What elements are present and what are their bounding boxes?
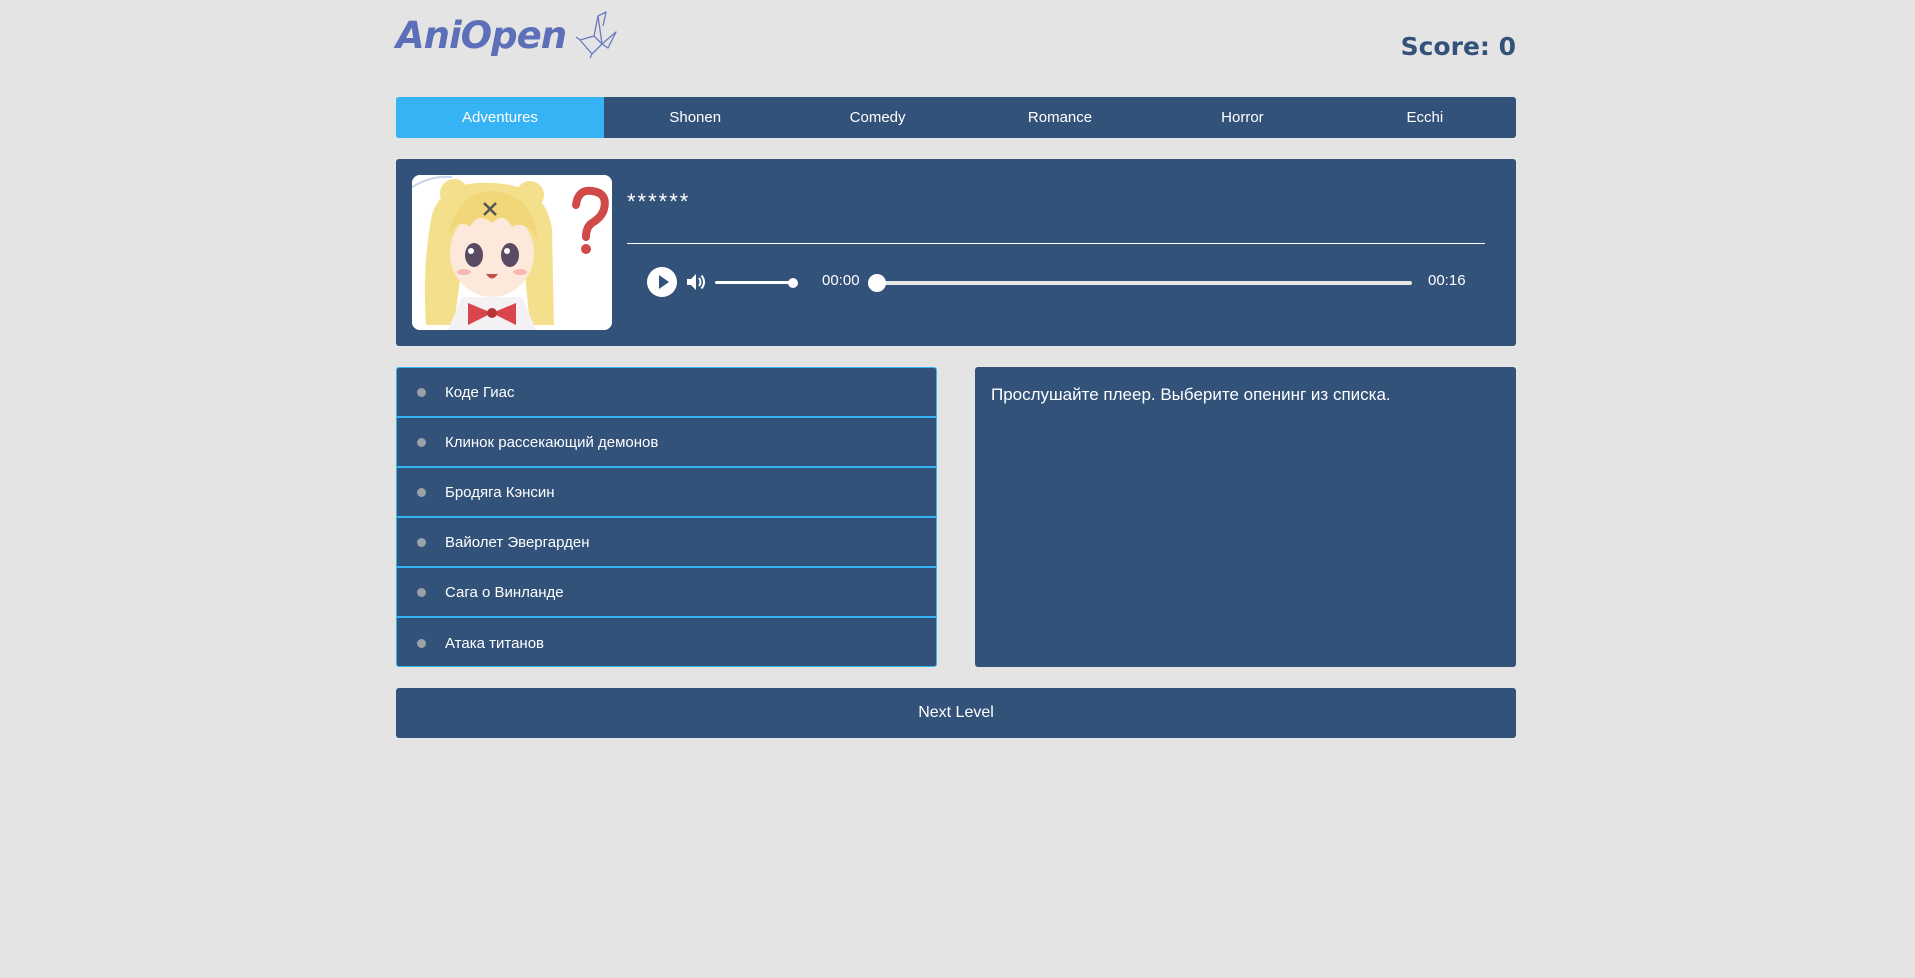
volume-slider[interactable] [715, 278, 798, 288]
seek-bar[interactable] [868, 272, 1412, 292]
tab-romance[interactable]: Romance [969, 97, 1151, 138]
answer-label: Атака титанов [445, 634, 545, 652]
anime-girl-question-image [412, 175, 612, 330]
answer-label: Сага о Винланде [445, 583, 564, 601]
play-button[interactable] [647, 267, 677, 297]
score-display: Score: 0 [1400, 32, 1516, 61]
answer-label: Бродяга Кэнсин [445, 483, 555, 501]
answer-option[interactable]: Клинок рассекающий демонов [397, 418, 936, 468]
total-time: 00:16 [1428, 272, 1466, 289]
radio-dot-icon [417, 638, 426, 648]
answer-option[interactable]: Атака титанов [397, 618, 936, 666]
radio-dot-icon [417, 537, 426, 547]
site-logo[interactable]: AniOpen [396, 10, 620, 60]
tab-shonen[interactable]: Shonen [604, 97, 786, 138]
radio-dot-icon [417, 487, 426, 497]
audio-player-panel: ****** 00:00 00:16 [396, 159, 1516, 346]
title-divider [627, 243, 1485, 244]
instruction-text: Прослушайте плеер. Выберите опенинг из с… [991, 385, 1391, 404]
current-time: 00:00 [822, 272, 860, 289]
logo-text: AniOpen [396, 13, 567, 57]
tab-ecchi[interactable]: Ecchi [1334, 97, 1516, 138]
answer-option[interactable]: Сага о Винланде [397, 568, 936, 618]
volume-track [715, 281, 793, 284]
app-root: AniOpen Score: 0 Adventures Shonen Comed… [0, 0, 1915, 978]
answer-list: Коде Гиас Клинок рассекающий демонов Бро… [396, 367, 937, 667]
song-title-hidden: ****** [627, 189, 691, 214]
radio-dot-icon [417, 387, 426, 397]
mystery-cover-image [412, 175, 612, 330]
answer-label: Коде Гиас [445, 383, 515, 401]
answer-option[interactable]: Бродяга Кэнсин [397, 468, 936, 518]
answer-label: Клинок рассекающий демонов [445, 433, 659, 451]
answer-option[interactable]: Коде Гиас [397, 368, 936, 418]
seek-track [877, 281, 1412, 285]
seek-knob[interactable] [868, 274, 886, 292]
tab-horror[interactable]: Horror [1151, 97, 1333, 138]
genre-tabs: Adventures Shonen Comedy Romance Horror … [396, 97, 1516, 138]
volume-icon[interactable] [684, 270, 708, 294]
volume-knob[interactable] [788, 278, 798, 288]
answer-option[interactable]: Вайолет Эвергарден [397, 518, 936, 568]
radio-dot-icon [417, 587, 426, 597]
tab-adventures[interactable]: Adventures [396, 97, 604, 138]
tab-comedy[interactable]: Comedy [786, 97, 968, 138]
instruction-panel: Прослушайте плеер. Выберите опенинг из с… [975, 367, 1516, 667]
next-level-button[interactable]: Next Level [396, 688, 1516, 738]
answer-label: Вайолет Эвергарден [445, 533, 590, 551]
crane-icon [575, 11, 617, 59]
radio-dot-icon [417, 437, 426, 447]
